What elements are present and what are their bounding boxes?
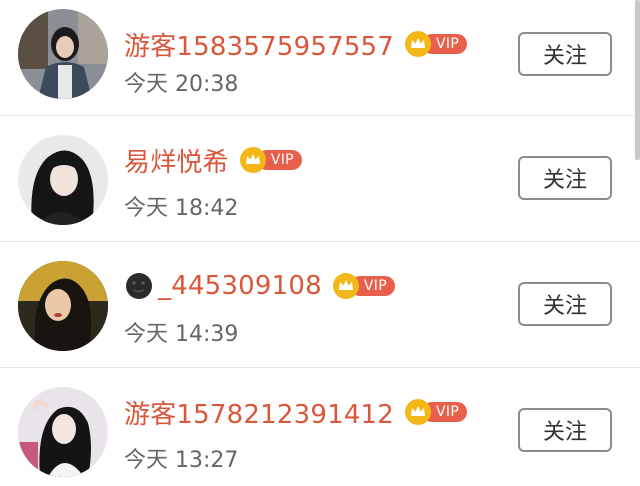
timestamp: 今天 18:42 xyxy=(124,196,239,221)
crown-icon xyxy=(405,399,432,425)
follow-button[interactable]: 关注 xyxy=(518,282,612,326)
list-item[interactable]: _445309108 VIP 今天 14:39 关注 xyxy=(0,242,640,368)
vip-badge: VIP xyxy=(332,273,395,299)
crown-icon xyxy=(332,273,359,299)
list-item[interactable]: 易烊悦希 VIP 今天 18:42 关注 xyxy=(0,116,640,242)
username[interactable]: 游客1583575957557 xyxy=(124,26,394,63)
new-moon-face-icon xyxy=(126,273,152,299)
follow-button[interactable]: 关注 xyxy=(518,408,612,452)
crown-icon xyxy=(405,31,432,57)
username[interactable]: 游客1578212391412 xyxy=(124,394,394,431)
username-line: 易烊悦希 VIP xyxy=(124,140,302,180)
username-line: 游客1583575957557 VIP xyxy=(124,24,468,64)
avatar[interactable] xyxy=(18,387,108,477)
username-line: 游客1578212391412 VIP xyxy=(124,392,468,432)
username[interactable]: 易烊悦希 xyxy=(124,142,229,179)
list-item[interactable]: 游客1583575957557 VIP 今天 20:38 关注 xyxy=(0,0,640,116)
vip-badge: VIP xyxy=(404,31,468,57)
username-line: _445309108 VIP xyxy=(124,266,395,306)
avatar[interactable] xyxy=(18,261,108,351)
follow-button[interactable]: 关注 xyxy=(518,156,612,200)
crown-icon xyxy=(239,147,266,173)
username[interactable]: _445309108 xyxy=(158,271,322,301)
scrollbar[interactable] xyxy=(635,0,640,160)
timestamp: 今天 20:38 xyxy=(124,72,239,97)
avatar[interactable] xyxy=(18,135,108,225)
vip-badge: VIP xyxy=(239,147,302,173)
timestamp: 今天 13:27 xyxy=(124,448,239,473)
vip-badge: VIP xyxy=(404,399,468,425)
avatar[interactable] xyxy=(18,9,108,99)
follow-button[interactable]: 关注 xyxy=(518,32,612,76)
list-item[interactable]: 游客1578212391412 VIP 今天 13:27 关注 xyxy=(0,368,640,486)
timestamp: 今天 14:39 xyxy=(124,322,239,347)
user-list: 游客1583575957557 VIP 今天 20:38 关注 易烊悦希 VIP… xyxy=(0,0,640,486)
